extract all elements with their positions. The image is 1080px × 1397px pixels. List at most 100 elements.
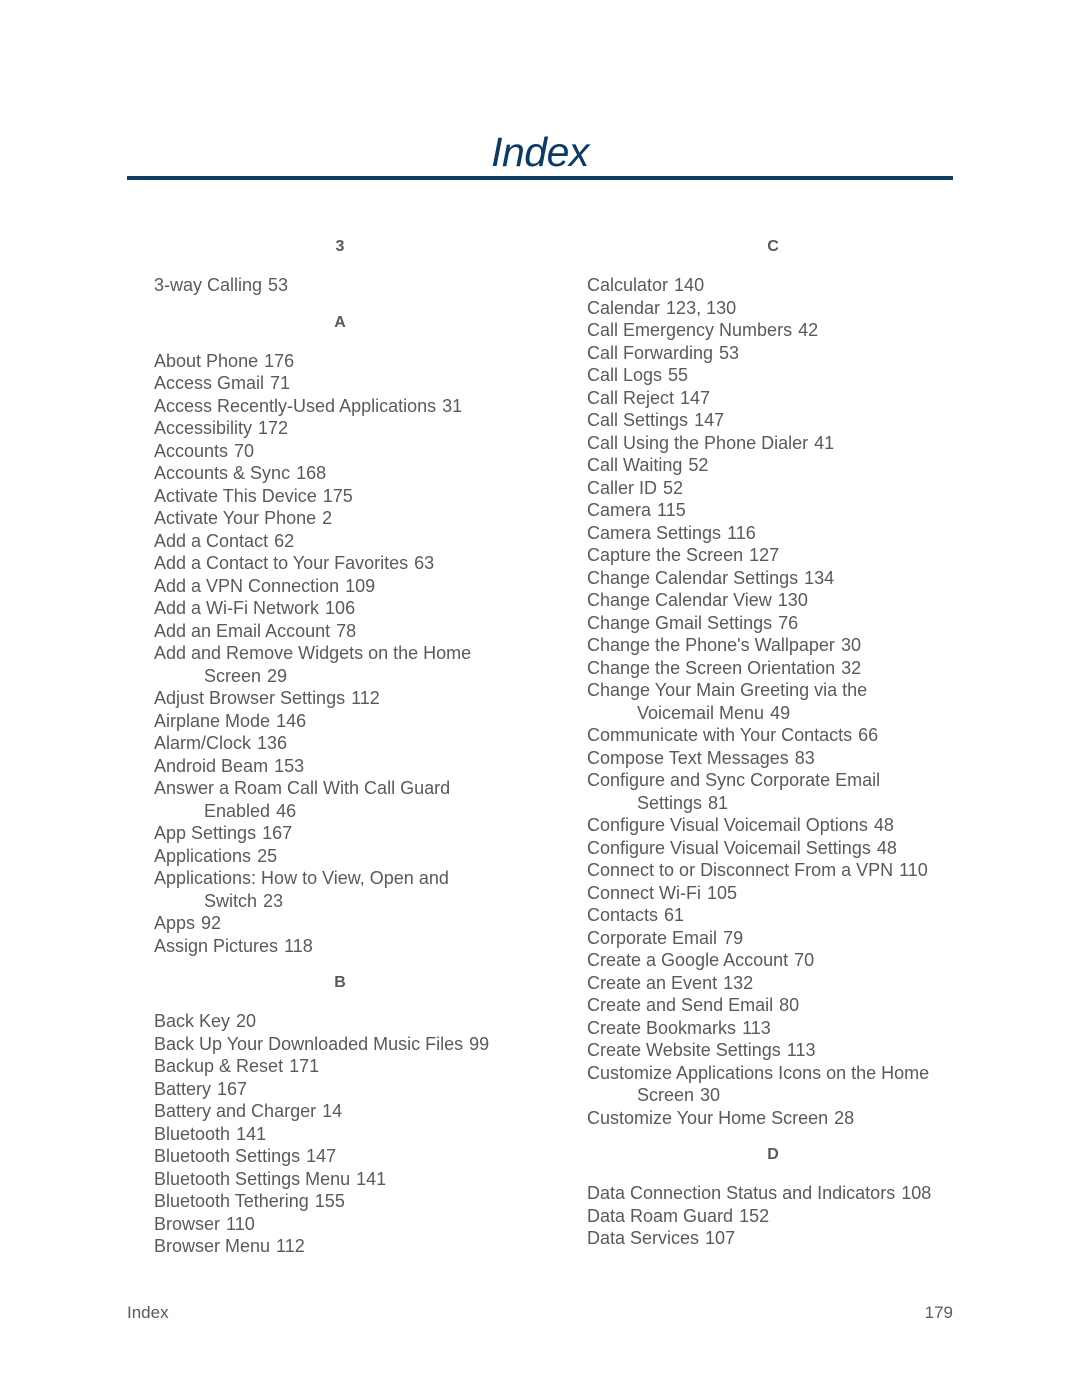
entry-page-reference: 20: [236, 1011, 257, 1031]
entry-page-reference: 175: [322, 485, 353, 506]
section-letter-heading: A: [334, 313, 346, 331]
entry-page-reference: 2: [322, 508, 333, 528]
entry-term: Adjust Browser Settings: [154, 688, 346, 708]
index-entry: Calculator 140: [587, 274, 967, 297]
entry-term: Create and Send Email: [587, 995, 774, 1015]
entry-page-reference: 141: [236, 1123, 267, 1144]
entry-page-reference: 147: [306, 1146, 337, 1166]
footer-section-label: Index: [127, 1303, 169, 1322]
entry-term-continuation: Voicemail Menu 49: [587, 702, 967, 725]
index-entry: Call Using the Phone Dialer 41: [587, 432, 967, 455]
index-entry: Browser 110: [154, 1213, 534, 1236]
entry-term-continuation-text: Settings: [637, 792, 703, 813]
index-entry: Assign Pictures 118: [154, 935, 534, 958]
entry-term: Call Reject: [587, 387, 675, 408]
index-entry: Camera 115: [587, 499, 967, 522]
index-entry: Back Up Your Downloaded Music Files 99: [154, 1033, 534, 1056]
section-letter-heading: B: [334, 974, 346, 991]
index-entry: Data Roam Guard 152: [587, 1205, 967, 1228]
index-entry: 3-way Calling 53: [154, 274, 534, 297]
entry-page-reference: 176: [264, 350, 295, 371]
index-entry: Adjust Browser Settings 112: [154, 687, 534, 710]
index-entry: Activate This Device 175: [154, 485, 534, 508]
entry-term: Customize Applications Icons on the Home: [587, 1062, 930, 1083]
entry-term: Contacts: [587, 905, 659, 925]
entry-page-reference: 155: [314, 1191, 345, 1211]
entry-term: Customize Your Home Screen: [587, 1107, 829, 1128]
index-entry: Airplane Mode 146: [154, 710, 534, 733]
entry-term: Change Gmail Settings: [587, 612, 773, 633]
entry-term: Data Roam Guard: [587, 1205, 734, 1226]
entry-term: Change Calendar View: [587, 590, 772, 610]
entry-page-reference: 78: [336, 620, 357, 641]
index-entry: Call Emergency Numbers 42: [587, 319, 967, 342]
entry-page-reference: 31: [442, 395, 463, 416]
entry-term: Call Settings: [587, 410, 689, 430]
entry-term: Add an Email Account: [154, 620, 331, 641]
entry-page-reference: 110: [226, 1213, 255, 1234]
index-entry: Browser Menu 112: [154, 1235, 534, 1258]
entry-term: Add a Contact to Your Favorites: [154, 553, 409, 573]
index-entry: Change Calendar Settings 134: [587, 567, 967, 590]
section-letter-heading: 3: [335, 238, 345, 255]
entry-term: 3-way Calling: [154, 275, 263, 295]
entry-page-reference: 55: [668, 365, 689, 385]
index-entry: Battery and Charger 14: [154, 1100, 534, 1123]
index-entry: Activate Your Phone 2: [154, 507, 534, 530]
entry-page-reference: 167: [217, 1078, 248, 1099]
index-entry: Change Calendar View 130: [587, 589, 967, 612]
entry-term: Call Emergency Numbers: [587, 320, 793, 340]
entry-page-reference: 152: [739, 1205, 770, 1226]
index-entry: App Settings 167: [154, 822, 534, 845]
entry-page-reference: 48: [873, 815, 894, 835]
index-entry: Data Services 107: [587, 1227, 967, 1250]
entry-term: Accounts & Sync: [154, 463, 291, 483]
entry-page-reference: 127: [749, 545, 780, 565]
entry-term: Back Key: [154, 1011, 231, 1031]
entry-page-reference: 14: [322, 1101, 343, 1121]
entry-page-reference: 28: [834, 1107, 855, 1128]
entry-page-reference: 147: [680, 387, 711, 408]
index-entry: Communicate with Your Contacts 66: [587, 724, 967, 747]
index-entry: Configure and Sync Corporate Email Settin…: [587, 769, 967, 814]
entry-term: Backup & Reset: [154, 1056, 284, 1076]
entry-term: Configure and Sync Corporate Email: [587, 770, 881, 790]
entry-term: Change Calendar Settings: [587, 567, 799, 588]
index-entry: Accessibility 172: [154, 417, 534, 440]
entry-term: Calculator: [587, 275, 669, 295]
index-entry: Change the Phone's Wallpaper 30: [587, 634, 967, 657]
entry-page-reference: 70: [794, 950, 815, 970]
entry-page-reference: 134: [804, 567, 835, 588]
entry-term: Camera Settings: [587, 522, 722, 543]
entry-term: Android Beam: [154, 755, 269, 776]
index-entry: Add a Contact 62: [154, 530, 534, 553]
entry-page-reference: 29: [267, 665, 288, 686]
page-title: Index: [491, 129, 589, 175]
entry-page-reference: 41: [814, 432, 835, 453]
index-entry: Back Key 20: [154, 1010, 534, 1033]
entry-page-reference: 132: [723, 972, 754, 993]
index-section: B Back Key 20 Back Up Your Downloaded Music…: [154, 972, 534, 1258]
entry-page-reference: 172: [258, 418, 289, 438]
index-entry: Change the Screen Orientation 32: [587, 657, 967, 680]
index-entry: Alarm/Clock 136: [154, 732, 534, 755]
section-letter-heading: D: [767, 1146, 779, 1163]
entry-term: Change Your Main Greeting via the: [587, 680, 868, 700]
entry-page-reference: 116: [727, 522, 756, 543]
entry-page-reference: 153: [274, 755, 305, 776]
index-entry: Capture the Screen 127: [587, 544, 967, 567]
entry-term: Accounts: [154, 440, 229, 461]
entry-page-reference: 25: [257, 845, 278, 866]
index-entry: Create an Event 132: [587, 972, 967, 995]
entry-page-reference: 118: [284, 935, 313, 956]
index-section: 3 3-way Calling 53: [154, 236, 534, 297]
entry-term-continuation-text: Screen: [637, 1085, 695, 1105]
entry-term: Add and Remove Widgets on the Home: [154, 643, 472, 663]
index-entry: Customize Applications Icons on the Home…: [587, 1062, 967, 1107]
index-entry: Create Website Settings 113: [587, 1039, 967, 1062]
entry-term: Change the Screen Orientation: [587, 657, 836, 678]
entry-page-reference: 49: [770, 702, 791, 723]
entry-term: Add a Wi-Fi Network: [154, 598, 320, 618]
index-entry: Corporate Email 79: [587, 927, 967, 950]
index-entry: Bluetooth Tethering 155: [154, 1190, 534, 1213]
